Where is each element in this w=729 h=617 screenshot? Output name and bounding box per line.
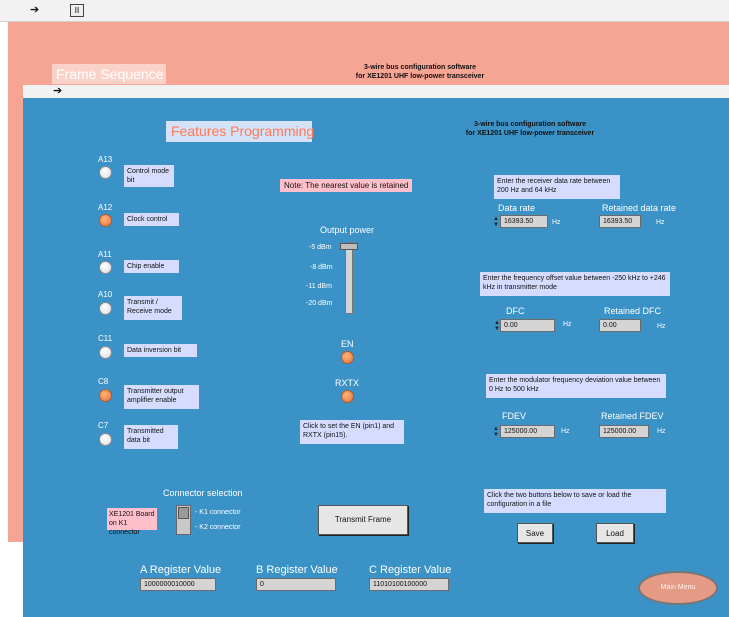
save-button[interactable]: Save [517,523,553,543]
back-header-line1: 3-wire bus configuration software [363,64,476,71]
a-register-label: A Register Value [140,564,222,576]
led-a12[interactable] [99,214,112,227]
bit-code-c7: C7 [98,421,109,430]
led-c11[interactable] [99,346,112,359]
k1-connector-option: - K1 connector [195,509,241,516]
front-header: 3-wire bus configuration software for XE… [420,120,640,138]
data-rate-input[interactable]: 16393.50 [500,215,548,228]
data-rate-unit: Hz [552,219,561,226]
bit-code-c8: C8 [98,377,109,386]
retained-data-rate-unit: Hz [656,219,665,226]
run-arrow-icon[interactable]: ➔ [53,86,62,97]
rxtx-label: RXTX [335,378,360,388]
dfc-input[interactable]: 0.00 [500,319,555,332]
power-level-5: -5 dBm [309,244,332,251]
front-toolbar: ➔ [23,85,729,98]
load-button[interactable]: Load [596,523,634,543]
main-menu-button[interactable]: Main Menu [638,571,718,605]
retained-fdev-value: 125000.00 [599,425,649,438]
retained-fdev-unit: Hz [657,428,666,435]
dfc-label: DFC [506,306,525,316]
dfc-unit: Hz [563,321,572,328]
board-connector-note: XE1201 Board on K1 connector [107,508,157,536]
fdev-input[interactable]: 125000.00 [500,425,555,438]
output-power-label: Output power [320,225,375,235]
bit-code-a13: A13 [98,155,113,164]
retained-dfc-label: Retained DFC [604,306,662,316]
bit-code-a11: A11 [98,250,112,259]
run-arrow-icon[interactable]: ➔ [30,5,39,16]
retained-data-rate-label: Retained data rate [602,203,677,213]
dfc-prompt: Enter the frequency offset value between… [480,272,670,296]
bit-code-a10: A10 [98,290,113,299]
en-led[interactable] [341,351,354,364]
b-register-label: B Register Value [256,564,338,576]
led-a13[interactable] [99,166,112,179]
led-c8[interactable] [99,389,112,402]
power-level-20: -20 dBm [306,300,333,307]
front-header-line2: for XE1201 UHF low-power transceiver [465,130,595,137]
c-register-value: 11010100100000 [369,578,449,591]
power-level-11: -11 dBm [306,283,332,290]
fdev-unit: Hz [561,428,570,435]
bit-label-c7: Transmitted data bit [124,425,178,449]
connector-switch-thumb[interactable] [178,507,189,519]
retained-dfc-unit: Hz [657,323,666,330]
frame-sequence-title: Frame Sequence [52,64,166,84]
led-a11[interactable] [99,261,112,274]
save-load-note: Click the two buttons below to save or l… [484,489,666,513]
back-header: 3-wire bus configuration software for XE… [310,63,530,81]
c-register-label: C Register Value [369,564,452,576]
nearest-value-note: Note: The nearest value is retained [280,179,413,192]
bit-code-a12: A12 [98,203,113,212]
retained-fdev-label: Retained FDEV [601,411,664,421]
retained-data-rate-value: 16393.50 [599,215,641,228]
k2-connector-option: - K2 connector [195,524,241,531]
bit-label-c11: Data inversion bit [124,344,197,357]
connector-switch[interactable] [176,505,191,535]
bit-label-a13: Control mode bit [124,165,174,187]
back-toolbar: ➔ II [0,0,729,22]
en-label: EN [341,339,354,349]
transmit-frame-button[interactable]: Transmit Frame [318,505,408,535]
connector-selection-label: Connector selection [163,488,243,498]
bit-code-c11: C11 [98,334,113,343]
features-programming-title: Features Programming [166,121,314,142]
led-c7[interactable] [99,433,112,446]
fdev-spinner[interactable]: ▲ ▼ [493,426,499,438]
fdev-label: FDEV [502,411,527,421]
data-rate-prompt: Enter the receiver data rate between 200… [494,175,620,199]
bit-label-a10: Transmit / Receive mode [124,296,182,320]
data-rate-label: Data rate [498,203,536,213]
b-register-value: 0 [256,578,336,591]
output-power-slider-thumb[interactable] [340,243,358,250]
retained-dfc-value: 0.00 [599,319,641,332]
data-rate-spinner[interactable]: ▲ ▼ [493,216,499,228]
pause-icon[interactable]: II [70,4,84,17]
back-header-line2: for XE1201 UHF low-power transceiver [355,73,485,80]
output-power-track[interactable] [345,242,353,314]
bit-label-a11: Chip enable [124,260,179,273]
led-a10[interactable] [99,302,112,315]
fdev-prompt: Enter the modulator frequency deviation … [486,374,666,398]
power-level-8: -8 dBm [310,264,333,271]
a-register-value: 1000000010000 [140,578,216,591]
bit-label-a12: Clock control [124,213,179,226]
rxtx-led[interactable] [341,390,354,403]
pin-note: Click to set the EN (pin1) and RXTX (pin… [300,420,404,444]
front-header-line1: 3-wire bus configuration software [473,121,586,128]
bit-label-c8: Transmitter output amplifier enable [124,385,199,409]
